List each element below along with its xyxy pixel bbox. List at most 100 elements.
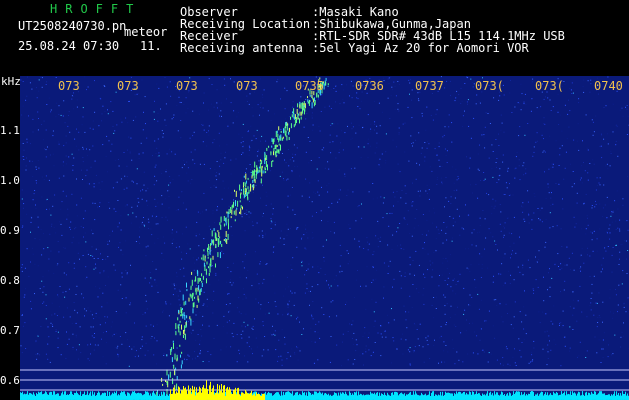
noise-pixel <box>337 189 339 191</box>
floor-sample <box>341 393 342 400</box>
noise-pixel <box>380 333 382 335</box>
floor-sample <box>100 395 101 400</box>
floor-sample <box>396 392 397 400</box>
noise-pixel <box>85 266 87 268</box>
noise-pixel <box>72 169 73 171</box>
noise-pixel <box>602 339 604 341</box>
noise-pixel <box>560 365 562 367</box>
floor-sample <box>44 393 45 400</box>
noise-pixel <box>515 252 517 254</box>
noise-pixel <box>306 232 308 234</box>
noise-pixel <box>357 146 359 148</box>
noise-pixel <box>428 143 430 145</box>
noise-pixel <box>212 210 214 212</box>
noise-pixel <box>106 135 108 137</box>
noise-pixel <box>552 106 554 108</box>
noise-pixel <box>208 325 210 327</box>
noise-pixel <box>409 363 411 365</box>
floor-sample <box>166 394 167 400</box>
floor-sample <box>160 396 161 400</box>
noise-pixel <box>145 246 147 248</box>
noise-pixel <box>456 179 458 181</box>
trace-segment <box>254 161 256 168</box>
noise-pixel <box>413 351 414 353</box>
noise-pixel <box>426 106 428 108</box>
floor-sample <box>585 392 586 400</box>
floor-sample <box>521 392 522 400</box>
noise-pixel <box>602 301 604 303</box>
noise-pixel <box>293 144 295 146</box>
noise-pixel <box>480 277 482 278</box>
noise-pixel <box>95 263 96 265</box>
noise-pixel <box>46 104 48 105</box>
noise-pixel <box>455 326 457 327</box>
floor-sample <box>76 391 77 400</box>
trace-segment <box>217 252 219 258</box>
noise-pixel <box>360 285 361 287</box>
burst-sample <box>186 390 187 400</box>
trace-segment <box>219 236 221 239</box>
noise-pixel <box>330 108 332 109</box>
noise-pixel <box>291 171 293 173</box>
floor-sample <box>464 391 465 400</box>
noise-pixel <box>523 328 525 330</box>
noise-pixel <box>120 284 122 286</box>
noise-pixel <box>361 217 363 219</box>
noise-pixel <box>330 152 332 154</box>
spectrogram-plot[interactable] <box>20 76 629 400</box>
floor-sample <box>320 392 321 400</box>
floor-sample <box>517 391 518 400</box>
noise-pixel <box>41 176 43 178</box>
noise-pixel <box>290 264 292 266</box>
noise-pixel <box>106 302 108 304</box>
floor-sample <box>296 392 297 400</box>
noise-pixel <box>338 169 340 171</box>
noise-pixel <box>294 292 296 294</box>
noise-pixel <box>138 355 139 357</box>
noise-pixel <box>192 135 194 137</box>
noise-pixel <box>558 266 559 267</box>
floor-sample <box>162 395 163 400</box>
noise-pixel <box>273 246 274 248</box>
noise-pixel <box>597 93 599 95</box>
noise-pixel <box>93 183 95 185</box>
noise-pixel <box>262 107 264 109</box>
floor-sample <box>431 392 432 400</box>
noise-pixel <box>303 126 305 128</box>
noise-pixel <box>493 275 494 277</box>
floor-sample <box>382 394 383 400</box>
noise-pixel <box>92 233 94 235</box>
noise-pixel <box>415 250 417 252</box>
noise-pixel <box>425 337 427 339</box>
noise-pixel <box>174 352 176 354</box>
noise-pixel <box>251 166 253 168</box>
noise-pixel <box>398 84 400 85</box>
noise-pixel <box>55 331 57 332</box>
noise-pixel <box>246 209 248 211</box>
noise-pixel <box>379 158 381 160</box>
burst-sample <box>234 389 235 400</box>
noise-pixel <box>192 329 194 331</box>
burst-sample <box>262 393 263 400</box>
floor-sample <box>391 392 392 400</box>
noise-pixel <box>389 118 391 119</box>
noise-pixel <box>571 186 573 188</box>
noise-pixel <box>287 149 289 150</box>
floor-sample <box>359 394 360 400</box>
floor-sample <box>285 392 286 400</box>
noise-pixel <box>452 339 453 341</box>
noise-pixel <box>219 165 221 167</box>
noise-pixel <box>572 314 574 316</box>
noise-pixel <box>536 107 538 109</box>
floor-sample <box>35 396 36 400</box>
floor-sample <box>353 394 354 400</box>
noise-pixel <box>318 321 320 323</box>
trace-segment <box>243 175 245 178</box>
noise-pixel <box>497 249 498 251</box>
noise-pixel <box>230 279 232 281</box>
noise-pixel <box>306 288 308 290</box>
trace-segment <box>237 200 239 207</box>
noise-pixel <box>561 130 563 132</box>
noise-pixel <box>51 302 53 304</box>
noise-pixel <box>544 246 546 248</box>
